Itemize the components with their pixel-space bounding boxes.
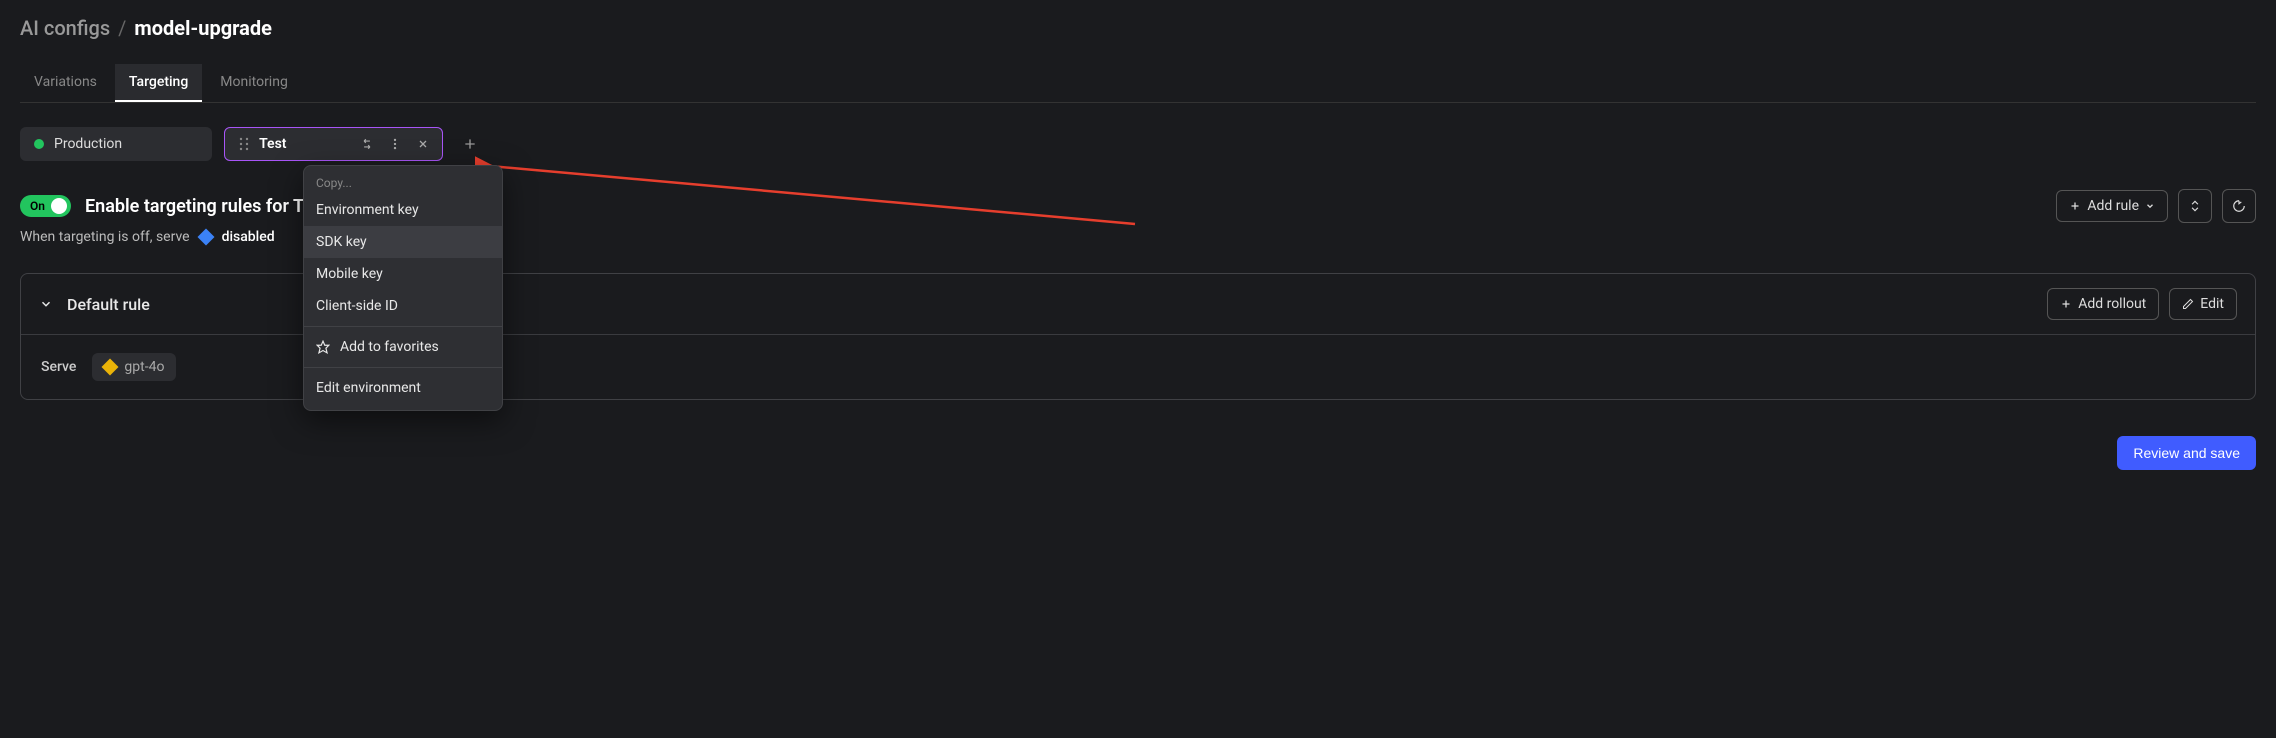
compare-icon[interactable] (356, 133, 378, 155)
plus-icon (2060, 298, 2072, 310)
menu-item-label: Add to favorites (340, 339, 439, 355)
tab-variations[interactable]: Variations (20, 64, 111, 102)
serve-label: Serve (41, 359, 76, 375)
collapse-all-button[interactable] (2178, 189, 2212, 223)
serve-value: gpt-4o (124, 359, 164, 375)
breadcrumb: AI configs / model-upgrade (20, 16, 2256, 40)
add-rollout-button[interactable]: Add rollout (2047, 288, 2159, 320)
variation-diamond-icon (197, 229, 214, 246)
add-rule-button[interactable]: Add rule (2056, 190, 2168, 222)
env-name-label: Production (54, 136, 122, 152)
targeting-toggle[interactable]: On (20, 195, 71, 217)
menu-item-client-side-id[interactable]: Client-side ID (304, 290, 502, 322)
button-label: Add rule (2087, 198, 2139, 214)
targeting-title: Enable targeting rules for Test (85, 196, 328, 217)
breadcrumb-current: model-upgrade (134, 16, 272, 40)
off-serve-prefix: When targeting is off, serve (20, 229, 190, 245)
menu-item-edit-environment[interactable]: Edit environment (304, 372, 502, 404)
plus-icon (2069, 200, 2081, 212)
add-environment-button[interactable] (455, 129, 485, 159)
more-vertical-icon[interactable] (384, 133, 406, 155)
review-save-button[interactable]: Review and save (2117, 436, 2256, 470)
menu-header: Copy... (304, 172, 502, 194)
button-label: Edit (2200, 296, 2224, 312)
star-icon (316, 340, 330, 354)
breadcrumb-parent[interactable]: AI configs (20, 16, 110, 40)
env-name-label: Test (259, 136, 286, 152)
env-chip-production[interactable]: Production (20, 127, 212, 161)
chevron-down-icon (2145, 201, 2155, 211)
environment-selector-row: Production Test Copy... Environment key … (20, 127, 2256, 161)
menu-separator (304, 326, 502, 327)
menu-item-add-favorites[interactable]: Add to favorites (304, 331, 502, 363)
close-icon[interactable] (412, 133, 434, 155)
env-context-menu: Copy... Environment key SDK key Mobile k… (303, 165, 503, 411)
env-status-dot (34, 139, 44, 149)
serve-value-pill[interactable]: gpt-4o (92, 353, 176, 381)
menu-separator (304, 367, 502, 368)
edit-rule-button[interactable]: Edit (2169, 288, 2237, 320)
variation-diamond-icon (102, 359, 119, 376)
refresh-button[interactable] (2222, 189, 2256, 223)
menu-item-environment-key[interactable]: Environment key (304, 194, 502, 226)
tab-monitoring[interactable]: Monitoring (206, 64, 302, 102)
button-label: Add rollout (2078, 296, 2146, 312)
drag-handle-icon[interactable] (239, 137, 249, 151)
tab-bar: Variations Targeting Monitoring (20, 64, 2256, 103)
breadcrumb-separator: / (118, 16, 126, 40)
toggle-knob (51, 198, 67, 214)
menu-item-sdk-key[interactable]: SDK key (304, 226, 502, 258)
off-serve-value: disabled (222, 229, 275, 245)
toggle-label: On (30, 199, 45, 213)
rule-title: Default rule (67, 295, 150, 314)
footer: Review and save (20, 436, 2256, 470)
env-chip-test[interactable]: Test (224, 127, 443, 161)
tab-targeting[interactable]: Targeting (115, 64, 202, 102)
pencil-icon (2182, 298, 2194, 310)
chevron-down-icon[interactable] (39, 297, 53, 311)
menu-item-mobile-key[interactable]: Mobile key (304, 258, 502, 290)
